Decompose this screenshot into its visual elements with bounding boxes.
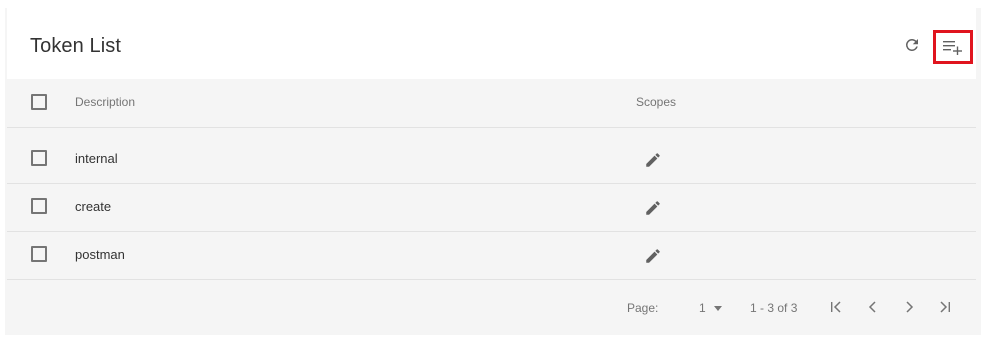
last-page-button[interactable]: [936, 298, 954, 316]
page-range: 1 - 3 of 3: [750, 301, 798, 315]
column-header-scopes[interactable]: Scopes: [636, 95, 676, 109]
select-all-checkbox[interactable]: [31, 94, 47, 110]
page-title: Token List: [30, 35, 122, 57]
next-page-button[interactable]: [900, 298, 918, 316]
first-page-button[interactable]: [827, 298, 845, 316]
playlist-add-icon: [943, 41, 962, 55]
row-checkbox[interactable]: [31, 246, 47, 262]
pencil-icon: [646, 249, 660, 263]
token-description: internal: [75, 151, 118, 166]
first-page-icon: [831, 301, 841, 313]
edit-scopes-button[interactable]: [642, 245, 664, 267]
token-description: create: [75, 199, 112, 214]
column-header-description[interactable]: Description: [75, 95, 135, 109]
refresh-icon: [905, 38, 918, 51]
row-checkbox[interactable]: [31, 150, 47, 166]
row-checkbox[interactable]: [31, 198, 47, 214]
page-select[interactable]: 1: [699, 301, 722, 315]
edit-scopes-button[interactable]: [642, 197, 664, 219]
page-label: Page:: [627, 301, 659, 315]
token-list-header: Token List: [7, 8, 976, 79]
pencil-icon: [646, 201, 660, 215]
previous-page-button[interactable]: [864, 298, 882, 316]
pencil-icon: [646, 153, 660, 167]
pagination-bar: Page: 1 1 - 3 of 3: [7, 281, 976, 331]
table-row[interactable]: postman: [7, 232, 976, 280]
table-row[interactable]: internal: [7, 136, 976, 184]
table-row[interactable]: create: [7, 184, 976, 232]
last-page-icon: [940, 301, 950, 313]
token-description: postman: [75, 247, 125, 262]
chevron-right-icon: [906, 301, 914, 313]
add-token-button[interactable]: [933, 30, 973, 64]
chevron-left-icon: [868, 301, 876, 313]
dropdown-arrow-icon: [713, 305, 722, 311]
refresh-button[interactable]: [900, 33, 924, 57]
table-header-row: Description Scopes: [7, 80, 976, 128]
current-page-value: 1: [699, 301, 706, 315]
edit-scopes-button[interactable]: [642, 149, 664, 171]
